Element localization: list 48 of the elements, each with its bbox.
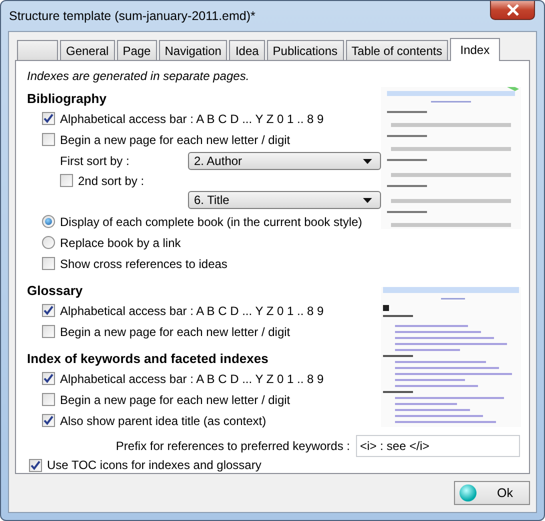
- option-label: Use TOC icons for indexes and glossary: [47, 458, 262, 472]
- dropdown-arrow-icon: [363, 158, 372, 164]
- window-title: Structure template (sum-january-2011.emd)*: [8, 9, 256, 23]
- checkbox[interactable]: [29, 458, 42, 472]
- option-label: Begin a new page for each new letter / digit: [60, 132, 290, 146]
- tab[interactable]: Idea: [229, 40, 265, 60]
- ok-button[interactable]: Ok: [454, 481, 530, 505]
- option-label: Show cross references to ideas: [60, 256, 228, 270]
- dropdown-arrow-icon: [363, 198, 372, 202]
- tab[interactable]: Table of contents: [346, 40, 448, 60]
- ball-icon: [459, 484, 477, 502]
- checkbox[interactable]: [42, 325, 55, 338]
- checkbox[interactable]: [42, 372, 55, 385]
- checkbox[interactable]: [42, 414, 55, 427]
- tab[interactable]: [17, 40, 58, 60]
- option-label: Also show parent idea title (as context): [60, 414, 266, 428]
- option-label: Alphabetical access bar : A B C D ... Y Z 0 1 .. 8 9: [60, 304, 324, 318]
- prefix-label: Prefix for references to preferred keywords :: [116, 439, 350, 453]
- radio-button[interactable]: [42, 236, 55, 249]
- radio-button[interactable]: [42, 215, 55, 228]
- option-label: Display of each complete book (in the current book style): [60, 214, 362, 228]
- section-heading: Index of keywords and faceted indexes: [27, 350, 270, 368]
- tab[interactable]: Page: [116, 40, 157, 60]
- option-label: Replace book by a link: [60, 236, 181, 250]
- tab[interactable]: General: [60, 40, 115, 60]
- dropdown[interactable]: 2. Author: [188, 152, 381, 170]
- checkbox[interactable]: [42, 304, 55, 317]
- tab[interactable]: Navigation: [158, 40, 228, 60]
- close-icon: [506, 4, 520, 16]
- option-label: Begin a new page for each new letter / digit: [60, 392, 290, 406]
- dropdown[interactable]: 6. Title: [188, 191, 381, 209]
- checkbox[interactable]: [42, 112, 55, 125]
- option-label: 2nd sort by :: [78, 174, 144, 188]
- section-heading: Glossary: [27, 282, 84, 300]
- tab[interactable]: Publications: [266, 40, 344, 60]
- checkbox[interactable]: [42, 393, 55, 406]
- option-label: Begin a new page for each new letter / digit: [60, 324, 290, 338]
- prefix-field[interactable]: <i> : see </i>: [356, 435, 520, 457]
- info-text: Indexes are generated in separate pages.: [27, 68, 250, 85]
- tab[interactable]: Index: [450, 38, 500, 61]
- option-label: Alphabetical access bar : A B C D ... Y Z 0 1 .. 8 9: [60, 112, 324, 126]
- checkbox[interactable]: [60, 174, 73, 187]
- option-label: Alphabetical access bar : A B C D ... Y Z 0 1 .. 8 9: [60, 372, 324, 386]
- close-button[interactable]: [490, 1, 535, 20]
- section-heading: Bibliography: [27, 90, 108, 108]
- checkbox[interactable]: [42, 257, 55, 270]
- sort-label: First sort by :: [60, 154, 130, 168]
- checkbox[interactable]: [42, 133, 55, 146]
